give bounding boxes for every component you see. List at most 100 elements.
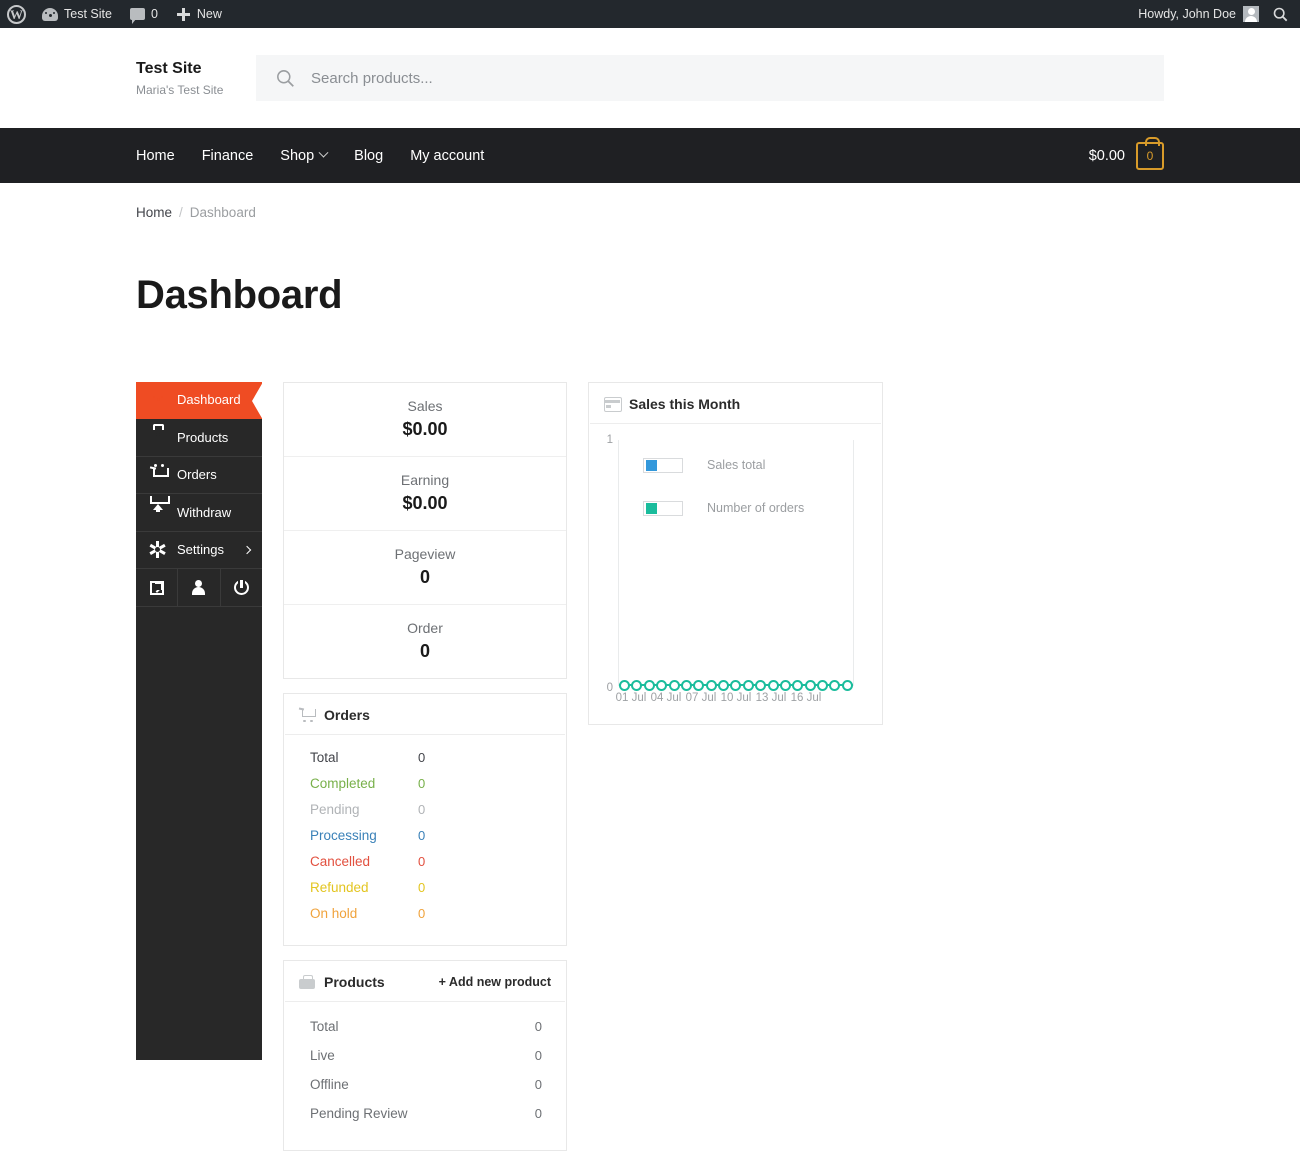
shopping-bag-icon[interactable]: 0 [1136,136,1164,170]
sidebar-item-settings[interactable]: Settings [136,532,262,570]
nav-label: Shop [280,147,315,164]
products-card: Products + Add new product Total 0 Live … [283,959,567,1151]
add-new-product-link[interactable]: + Add new product [439,975,551,989]
stats-card: Sales $0.00 Earning $0.00 Pageview 0 Ord… [283,381,567,679]
site-branding[interactable]: Test Site Maria's Test Site [136,59,256,97]
user-icon [192,580,206,596]
legend-label: Number of orders [707,501,805,516]
orders-row-refunded[interactable]: Refunded 0 [284,875,566,901]
breadcrumb: Home / Dashboard [0,183,1300,220]
site-name-button[interactable]: Test Site [33,0,121,28]
new-label: New [196,7,222,21]
search-input[interactable] [309,68,1144,88]
search-icon [1273,7,1288,21]
products-card-header: Products + Add new product [285,961,565,1002]
nav-label: Finance [201,147,254,164]
legend-item-number-of-orders[interactable]: Number of orders [643,500,805,516]
y-axis-tick-max: 1 [606,433,613,446]
row-value: 0 [534,1047,542,1063]
sidebar-item-label: Products [177,429,229,445]
gear-icon [149,540,166,558]
product-search-box[interactable] [256,55,1164,101]
sales-chart-body: 1 0 Sales total Number of orders 01 Jul … [589,424,882,724]
breadcrumb-separator: / [179,205,183,220]
logout-button[interactable] [221,569,262,606]
admin-search-button[interactable] [1267,7,1300,22]
sidebar-item-withdraw[interactable]: Withdraw [136,494,262,532]
orders-row-processing[interactable]: Processing 0 [284,823,566,849]
comments-count: 0 [150,7,158,21]
breadcrumb-home-link[interactable]: Home [136,205,172,220]
sales-chart-title: Sales this Month [629,395,741,412]
avatar [1243,6,1259,22]
sidebar-item-products[interactable]: Products [136,419,262,457]
row-label: Pending Review [310,1105,408,1121]
x-axis-tick-label: 07 Jul [685,691,717,704]
nav-item-shop[interactable]: Shop [280,147,329,164]
orders-status-list: Total 0 Completed 0 Pending 0 Processing… [284,735,566,945]
nav-item-finance[interactable]: Finance [202,148,254,164]
profile-button[interactable] [178,569,221,607]
stat-label: Sales [407,397,443,414]
row-value: 0 [418,802,426,818]
y-axis-tick-min: 0 [606,681,613,694]
products-row-total[interactable]: Total 0 [284,1012,566,1041]
data-point [680,679,692,691]
stat-label: Pageview [394,545,456,562]
site-title: Test Site [136,60,202,78]
orders-row-total[interactable]: Total 0 [284,745,566,771]
sidebar-item-orders[interactable]: Orders [136,457,262,495]
chart-card-icon [604,397,622,413]
products-row-offline[interactable]: Offline 0 [284,1070,566,1099]
comments-button[interactable]: 0 [121,0,167,28]
account-menu[interactable]: Howdy, John Doe [1126,6,1267,22]
legend-item-sales-total[interactable]: Sales total [643,457,804,473]
new-content-button[interactable]: New [167,0,231,28]
products-row-pending-review[interactable]: Pending Review 0 [284,1099,566,1128]
row-value: 0 [534,1018,542,1034]
data-point [755,679,767,691]
products-status-list: Total 0 Live 0 Offline 0 Pending Review … [284,1002,566,1150]
products-row-live[interactable]: Live 0 [284,1041,566,1070]
vendor-dashboard-sidebar: Dashboard Products Orders Withdraw Setti… [136,381,263,1060]
orders-row-completed[interactable]: Completed 0 [284,771,566,797]
orders-row-on-hold[interactable]: On hold 0 [284,901,566,927]
nav-item-home[interactable]: Home [136,148,175,164]
stat-sales: Sales $0.00 [284,383,566,457]
nav-item-my-account[interactable]: My account [410,148,484,164]
cart-widget[interactable]: $0.00 0 [1089,136,1164,170]
visit-store-button[interactable] [136,569,179,607]
data-point [656,679,668,691]
data-point [730,679,742,691]
comment-bubble-icon [129,8,145,24]
sidebar-item-dashboard[interactable]: Dashboard [136,381,263,420]
row-value: 0 [418,906,426,922]
orders-card-title: Orders [324,706,370,723]
nav-item-blog[interactable]: Blog [354,148,383,164]
dashboard-layout: Dashboard Products Orders Withdraw Setti… [0,345,1300,1165]
briefcase-icon [150,429,166,445]
upload-icon [150,504,166,520]
x-axis-tick-label: 01 Jul [615,691,647,704]
howdy-label: Howdy, John Doe [1138,7,1236,21]
orders-card-header: Orders [285,694,565,735]
stat-order: Order 0 [284,605,566,678]
data-point [792,679,804,691]
site-tagline: Maria's Test Site [136,82,224,97]
sales-chart-card: Sales this Month 1 0 Sales total Number … [588,381,883,725]
orders-row-cancelled[interactable]: Cancelled 0 [284,849,566,875]
x-axis-tick-label: 04 Jul [650,691,682,704]
data-point [705,679,717,691]
data-point [693,679,705,691]
nav-label: Home [136,147,175,164]
orders-row-pending[interactable]: Pending 0 [284,797,566,823]
gauge-icon [150,392,166,408]
wp-logo-button[interactable]: W [0,0,33,28]
briefcase-icon [299,974,315,989]
page-title: Dashboard [136,272,343,317]
data-point [767,679,779,691]
stat-value: $0.00 [402,492,448,513]
row-value: 0 [418,880,426,896]
nav-label: My account [410,147,485,164]
sidebar-item-label: Dashboard [177,392,241,408]
